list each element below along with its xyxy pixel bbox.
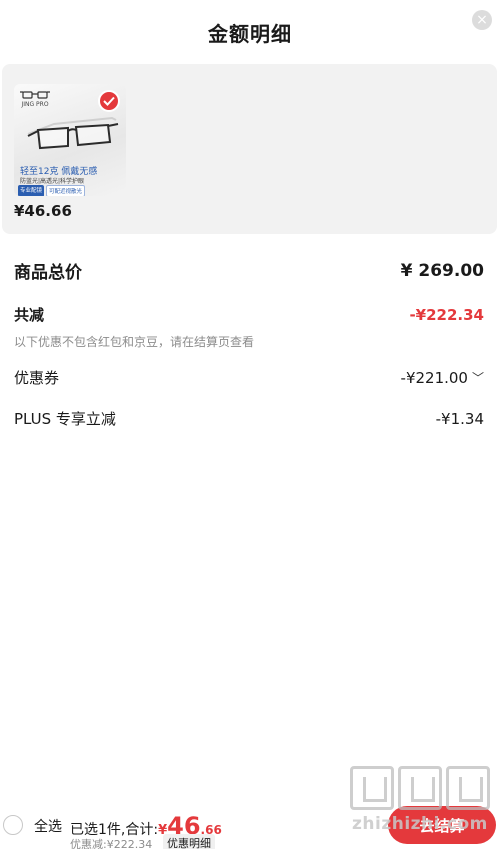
- reduction-row: 共减 -¥222.34: [14, 304, 484, 325]
- glasses-product-image: [27, 116, 119, 150]
- coupon-row[interactable]: 优惠券 -¥221.00 ﹀: [14, 367, 484, 388]
- close-button[interactable]: ×: [472, 10, 492, 30]
- selected-check-icon[interactable]: [98, 90, 120, 112]
- close-icon: ×: [476, 12, 488, 28]
- promo-tags: 专业配镜 可配近视散光: [18, 185, 86, 196]
- brand-text: JING PRO: [21, 101, 49, 108]
- promo-tag: 专业配镜: [18, 185, 45, 196]
- reduction-value: -¥222.34: [409, 305, 484, 324]
- product-price: ¥46.66: [14, 202, 72, 220]
- discount-detail-button[interactable]: 优惠明细: [163, 834, 215, 849]
- plus-discount-row: PLUS 专享立减 -¥1.34: [14, 408, 484, 429]
- checkout-button[interactable]: 去结算: [388, 806, 496, 844]
- checkmark-icon: [103, 96, 115, 106]
- total-row: 商品总价 ¥ 269.00: [14, 258, 484, 284]
- promo-subtitle: 防蓝光|高透光|科学护眼: [20, 178, 85, 185]
- select-all-label[interactable]: 全选: [34, 816, 62, 836]
- plus-discount-label: PLUS 专享立减: [14, 410, 116, 428]
- discount-note: 以下优惠不包含红包和京豆，请在结算页查看: [14, 335, 255, 349]
- header: 金额明细 ×: [0, 0, 500, 64]
- product-thumbnail[interactable]: JING PRO 轻至12克 佩戴无感 防蓝光|高透光|科学护眼 专业配镜 可配…: [14, 84, 126, 196]
- total-label: 商品总价: [14, 263, 82, 283]
- brand-logo: JING PRO: [20, 88, 50, 110]
- coupon-value-wrap: -¥221.00 ﹀: [401, 369, 484, 387]
- coupon-label: 优惠券: [14, 369, 60, 387]
- plus-discount-value: -¥1.34: [435, 409, 484, 428]
- product-panel: JING PRO 轻至12克 佩戴无感 防蓝光|高透光|科学护眼 专业配镜 可配…: [2, 64, 497, 234]
- total-value: ¥ 269.00: [400, 260, 484, 281]
- glasses-logo-icon: [20, 91, 50, 99]
- checkout-bar: 全选 已选1件,合计: ¥ 46 .66 优惠减:¥222.34 优惠明细 去结…: [0, 800, 500, 849]
- discount-summary: 优惠减:¥222.34: [70, 838, 153, 849]
- coupon-value: -¥221.00: [400, 368, 468, 387]
- promo-tag: 可配近视散光: [46, 185, 86, 196]
- chevron-down-icon[interactable]: ﹀: [472, 369, 484, 386]
- select-all-radio[interactable]: [3, 815, 23, 835]
- page-title: 金额明细: [208, 21, 292, 46]
- reduction-label: 共减: [14, 306, 45, 324]
